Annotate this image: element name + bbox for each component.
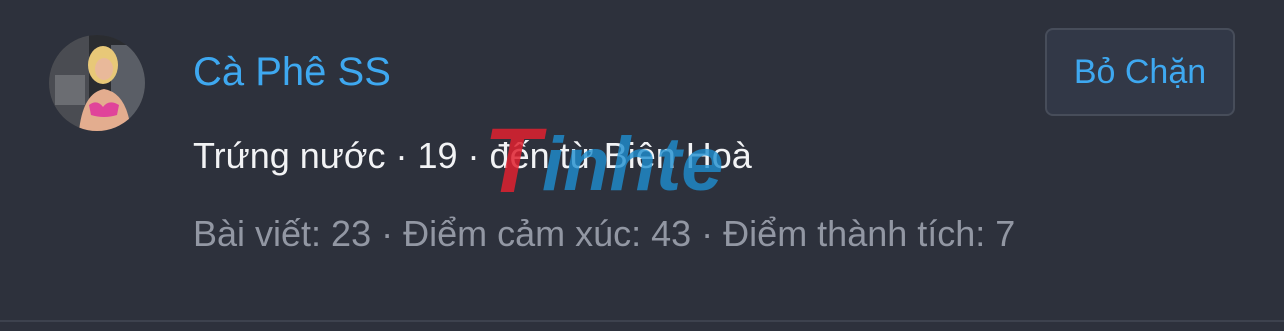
username-link[interactable]: Cà Phê SS [193, 48, 391, 96]
user-stats: Bài viết: 23 · Điểm cảm xúc: 43 · Điểm t… [193, 213, 1016, 254]
user-info: Trứng nước · 19 · đến từ Biên Hoà [193, 135, 752, 176]
divider [0, 320, 1284, 322]
unblock-button[interactable]: Bỏ Chặn [1045, 28, 1235, 116]
user-card: Cà Phê SS Bỏ Chặn Trứng nước · 19 · đến … [0, 0, 1284, 331]
avatar-photo [49, 35, 145, 131]
avatar[interactable] [49, 35, 145, 131]
